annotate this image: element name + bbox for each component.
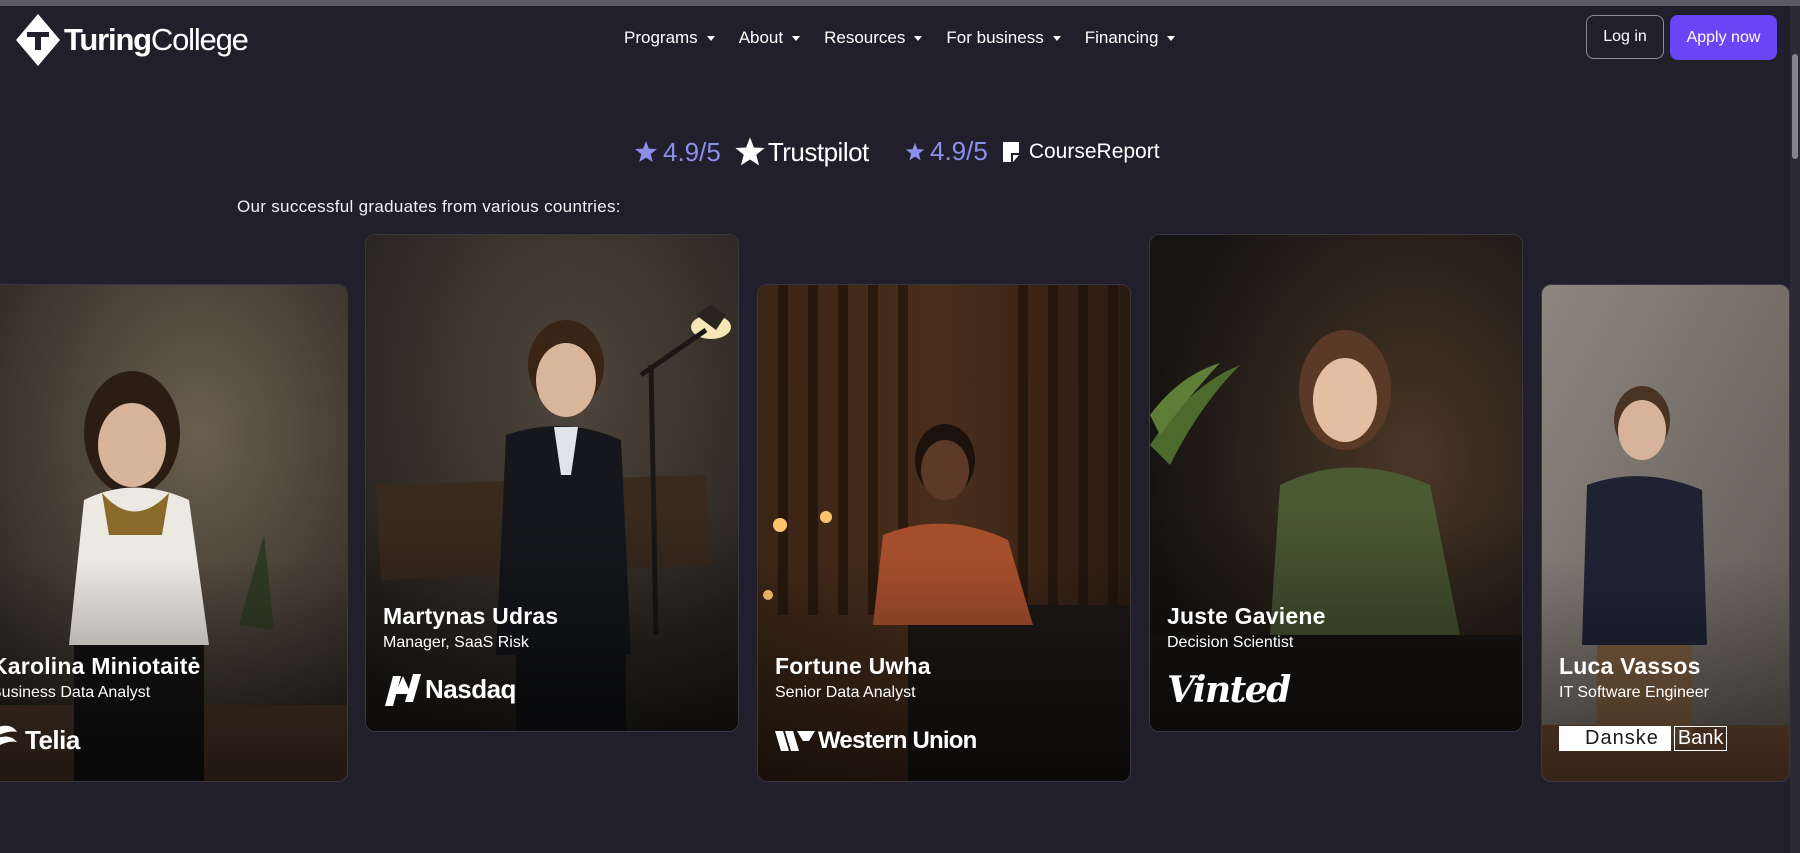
graduate-card-fortune[interactable]: Fortune Uwha Senior Data Analyst Western… [757, 284, 1131, 782]
nav-financing[interactable]: Financing [1085, 28, 1176, 48]
trustpilot-wordmark: Trustpilot [767, 136, 869, 167]
caret-down-icon [792, 35, 801, 41]
turing-college-logo[interactable]: TuringCollege [16, 14, 249, 66]
site-header: TuringCollege Programs About Resources F… [0, 6, 1790, 72]
graduate-photo [758, 285, 1130, 781]
star-icon [635, 141, 657, 162]
rating-value: 4.9/5 [663, 136, 721, 167]
caret-down-icon [1052, 35, 1061, 41]
company-name-left: Danske [1559, 726, 1671, 751]
nav-label: Programs [624, 28, 698, 47]
graduate-role: Business Data Analyst [0, 684, 151, 701]
graduate-name: Luca Vassos [1559, 653, 1701, 679]
coursereport-wordmark: CourseReport [1028, 139, 1160, 163]
trustpilot-rating[interactable]: 4.9/5 Trustpilot [634, 136, 869, 168]
graduate-role: Decision Scientist [1167, 634, 1294, 651]
brand-name: TuringCollege [64, 22, 249, 58]
caret-down-icon [1167, 35, 1176, 41]
brand-bold: Turing [64, 22, 152, 57]
graduate-card-juste[interactable]: Juste Gaviene Decision Scientist Vinted [1149, 234, 1523, 732]
company-name: Nasdaq [425, 673, 516, 704]
coursereport-rating[interactable]: 4.9/5 CourseReport [905, 136, 1160, 167]
company-name-right: Bank [1673, 726, 1728, 751]
graduate-photo [366, 235, 738, 731]
caret-down-icon [706, 35, 715, 41]
graduate-photo [1542, 285, 1789, 781]
scrollbar-thumb[interactable] [1792, 54, 1798, 159]
coursereport-mark-icon [1002, 141, 1019, 162]
western-union-logo: Western Union [775, 727, 977, 755]
coursereport-logo: CourseReport [1000, 140, 1160, 164]
graduate-role: Manager, SaaS Risk [383, 634, 529, 651]
nasdaq-mark-icon [385, 674, 421, 706]
graduate-name: Karolina Miniotaitė [0, 653, 201, 679]
western-union-mark-icon [775, 731, 815, 751]
nav-label: Financing [1084, 28, 1159, 47]
main-nav: Programs About Resources For business Fi… [624, 28, 1199, 48]
telia-pebble-icon [0, 725, 17, 746]
graduate-name: Fortune Uwha [775, 653, 931, 679]
nav-resources[interactable]: Resources [824, 28, 923, 48]
page-scrollbar[interactable] [1790, 6, 1800, 853]
graduate-role: Senior Data Analyst [775, 684, 916, 701]
graduate-card-martynas[interactable]: Martynas Udras Manager, SaaS Risk Nasdaq [365, 234, 739, 732]
company-name: Telia [25, 724, 80, 755]
star-icon [905, 142, 925, 160]
company-name: Vinted [1167, 669, 1291, 711]
nav-label: For business [946, 28, 1044, 47]
login-button[interactable]: Log in [1586, 15, 1664, 59]
telia-logo: Telia [0, 722, 80, 758]
apply-now-button[interactable]: Apply now [1670, 15, 1777, 60]
nav-label: Resources [824, 28, 906, 47]
vinted-logo: Vinted [1167, 669, 1291, 711]
graduate-card-luca[interactable]: Luca Vassos IT Software Engineer Danske … [1541, 284, 1790, 782]
trustpilot-star-icon [735, 137, 765, 166]
nav-programs[interactable]: Programs [624, 28, 715, 48]
graduate-role: IT Software Engineer [1559, 684, 1710, 701]
nav-about[interactable]: About [738, 28, 801, 48]
graduate-photo [1150, 235, 1522, 731]
graduate-card-karolina[interactable]: Karolina Miniotaitė Business Data Analys… [0, 284, 348, 782]
danske-bank-logo: Danske Bank [1559, 726, 1728, 751]
caret-down-icon [914, 35, 923, 41]
nav-label: About [738, 28, 784, 47]
graduates-heading: Our successful graduates from various co… [237, 197, 621, 216]
ratings-bar: 4.9/5 Trustpilot 4.9/5 CourseReport [0, 136, 1790, 176]
graduate-photo [0, 285, 347, 781]
graduate-name: Juste Gaviene [1167, 603, 1326, 629]
turing-logo-icon [16, 14, 60, 66]
graduate-name: Martynas Udras [383, 603, 559, 629]
trustpilot-logo: Trustpilot [734, 136, 869, 168]
brand-light: College [150, 22, 249, 57]
company-name: Western Union [818, 727, 977, 754]
rating-value: 4.9/5 [930, 136, 988, 166]
nav-for-business[interactable]: For business [946, 28, 1061, 48]
nasdaq-logo: Nasdaq [383, 672, 516, 706]
